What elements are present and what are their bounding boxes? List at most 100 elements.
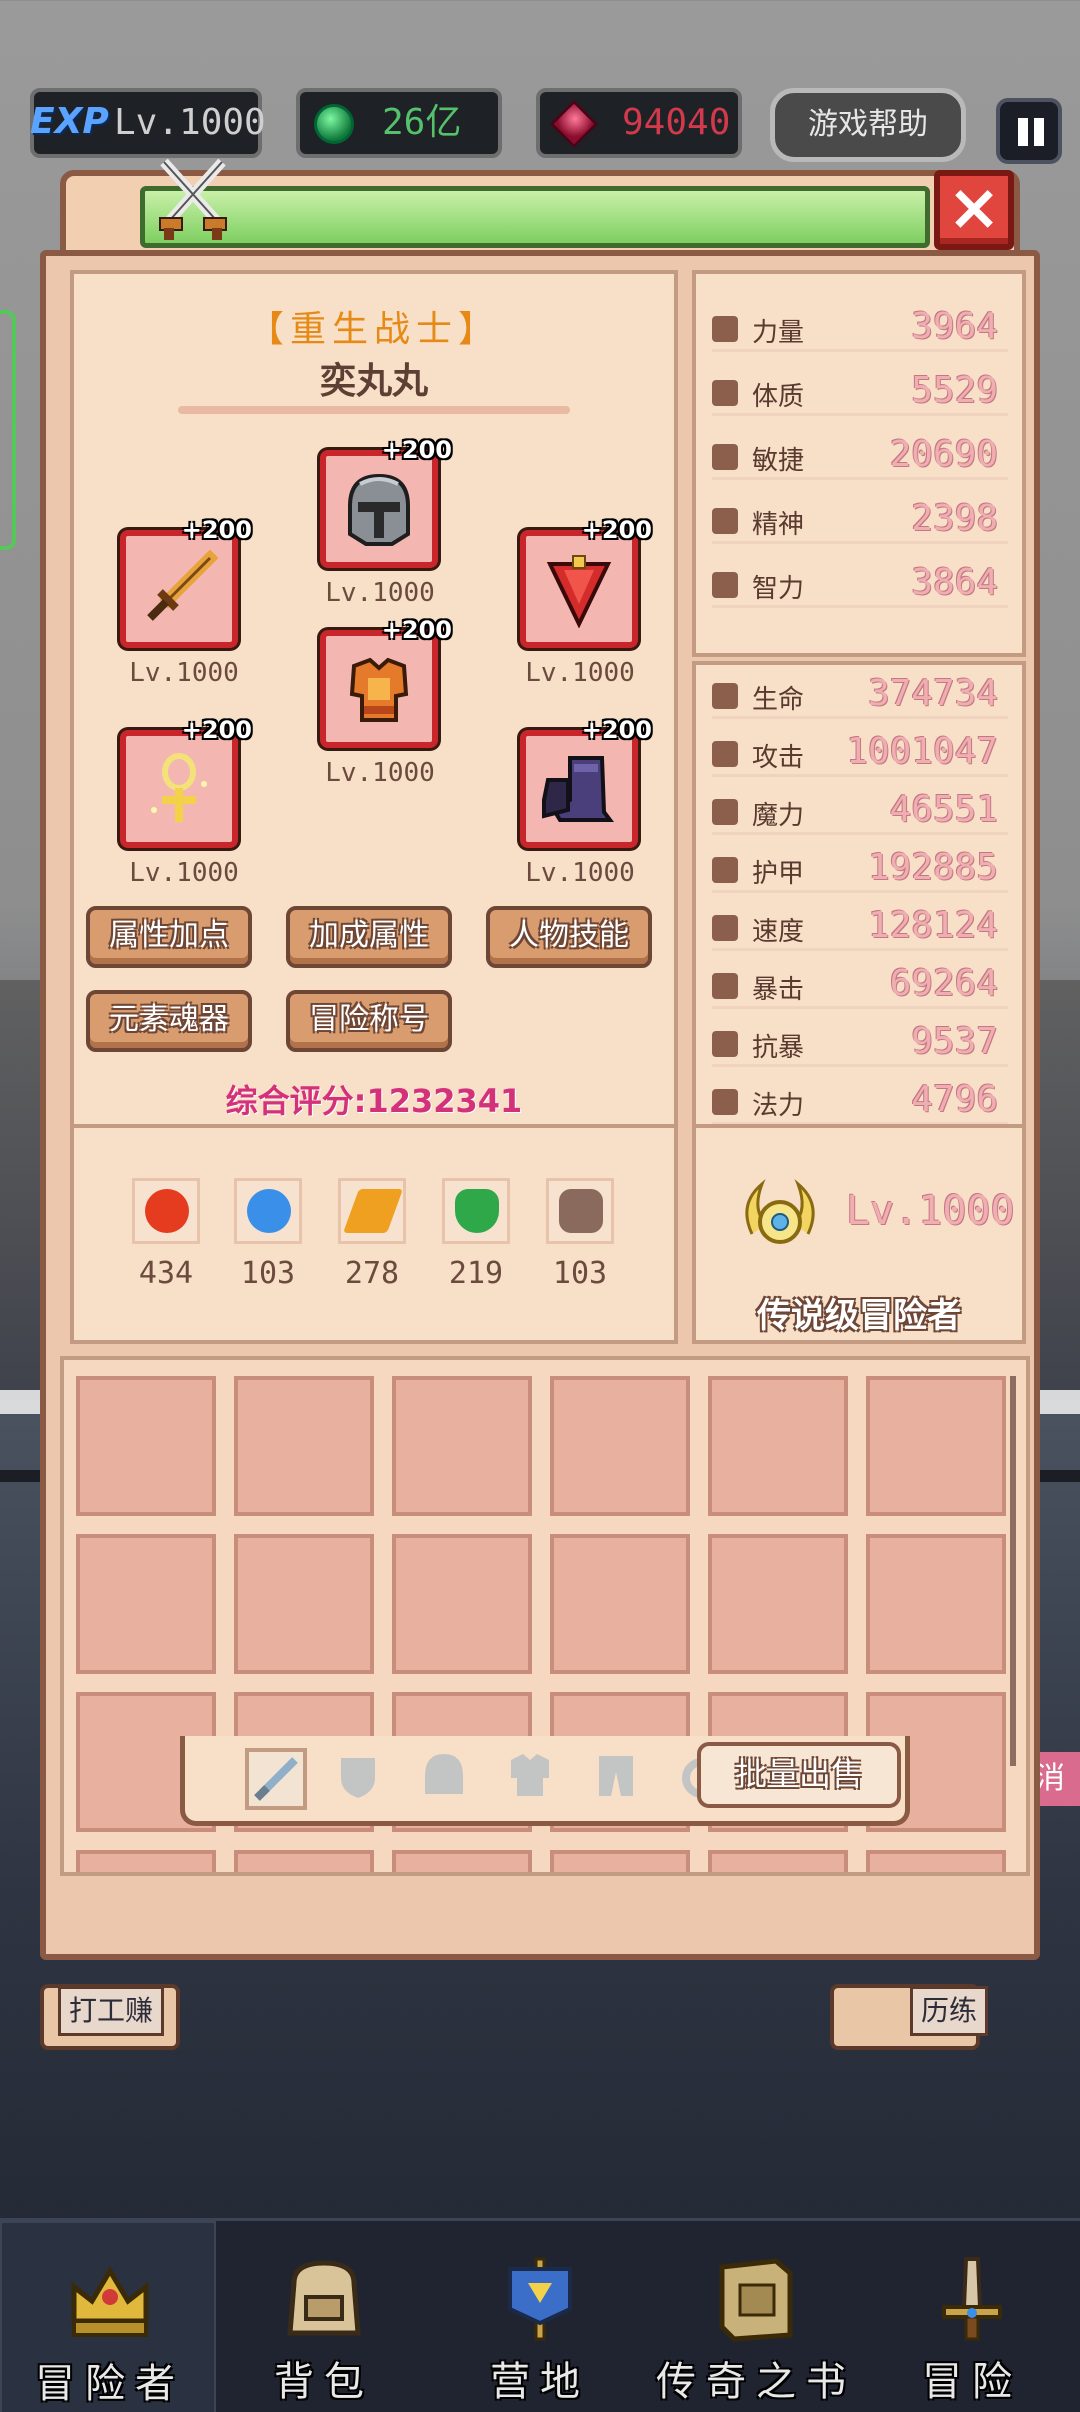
inventory-scrollbar[interactable] — [1010, 1376, 1016, 1766]
stat-value: 5529 — [911, 370, 998, 411]
stat-value: 2398 — [911, 498, 998, 539]
inventory-slot[interactable] — [866, 1534, 1006, 1674]
mana-icon — [712, 1089, 738, 1115]
close-button[interactable]: × — [934, 170, 1014, 250]
equip-slot-ring[interactable]: +200 — [120, 716, 252, 848]
nav-legend-book[interactable]: 传奇之书 — [648, 2221, 864, 2412]
stat-label: 法力 — [752, 1091, 805, 1121]
inventory-slot[interactable] — [866, 1850, 1006, 1872]
spirit-icon — [712, 508, 738, 534]
hero-name: 奕丸丸 — [319, 361, 428, 402]
inventory-slot[interactable] — [708, 1850, 848, 1872]
adventure-title-button[interactable]: 冒险称号 — [286, 990, 452, 1052]
ruby-amount: 94040 — [622, 102, 731, 143]
equip-slot-amulet[interactable]: +200 — [520, 516, 652, 648]
inventory-slot[interactable] — [392, 1850, 532, 1872]
boots-icon — [542, 756, 614, 822]
enhance-level: +200 — [581, 516, 652, 544]
inventory-slot[interactable] — [550, 1850, 690, 1872]
panel-body: 【重生战士】 奕丸丸 +200 Lv.1000 +200 Lv.1000 +20… — [40, 250, 1040, 1960]
nav-adventurer[interactable]: 冒险者 — [0, 2221, 216, 2412]
crit-resist-icon — [712, 1031, 738, 1057]
panel-title-banner — [140, 186, 930, 248]
book-icon — [719, 2258, 793, 2342]
emerald-icon — [314, 104, 354, 144]
background-green-frame — [0, 310, 16, 550]
inventory-slot[interactable] — [550, 1534, 690, 1674]
armor-stat-icon — [712, 857, 738, 883]
stat-row: 法力 4796 — [712, 1079, 1008, 1125]
train-label[interactable]: 历练 — [910, 1986, 989, 2036]
helmet-icon — [348, 473, 410, 546]
stat-label: 生命 — [752, 685, 805, 715]
nav-camp[interactable]: 营地 — [432, 2221, 648, 2412]
nav-label: 冒险 — [922, 2359, 1022, 2405]
hero-class: 【重生战士】 — [247, 309, 500, 350]
stat-label: 精神 — [752, 510, 805, 540]
sword-tab-icon — [254, 1757, 298, 1801]
bonus-attributes-button[interactable]: 加成属性 — [286, 906, 452, 968]
bottom-navigation: 冒险者 背包 营地 传奇之书 冒险 — [0, 2218, 1080, 2412]
equip-level: Lv.1000 — [129, 858, 239, 888]
nav-adventure[interactable]: 冒险 — [864, 2221, 1080, 2412]
base-stats-box: 力量 3964 体质 5529 敏捷 20690 精神 2398 智力 3864 — [692, 270, 1026, 657]
stat-value: 9537 — [911, 1021, 998, 1062]
sell-all-button[interactable]: 批量出售 — [697, 1742, 901, 1808]
elements-box: 434 103 278 219 103 — [70, 1124, 678, 1344]
inventory-slot[interactable] — [76, 1376, 216, 1516]
pause-icon[interactable] — [996, 98, 1062, 164]
tab-helmet[interactable] — [417, 1748, 479, 1810]
inventory-slot[interactable] — [708, 1376, 848, 1516]
element-soul-button[interactable]: 元素魂器 — [86, 990, 252, 1052]
element-value: 278 — [344, 1256, 400, 1291]
hero-skills-button[interactable]: 人物技能 — [486, 906, 652, 968]
tab-pants[interactable] — [589, 1748, 651, 1810]
agility-icon — [712, 444, 738, 470]
tab-shield[interactable] — [331, 1748, 393, 1810]
inventory-slot[interactable] — [550, 1376, 690, 1516]
stat-value: 46551 — [889, 789, 998, 830]
equip-slot-helmet[interactable]: +200 — [320, 436, 452, 568]
enhance-level: +200 — [581, 716, 652, 744]
element-slot[interactable] — [234, 1178, 302, 1244]
inventory-slot[interactable] — [76, 1850, 216, 1872]
equip-slot-weapon[interactable]: +200 — [120, 516, 252, 648]
equip-level: Lv.1000 — [525, 858, 635, 888]
inventory-slot[interactable] — [234, 1850, 374, 1872]
inventory-slot[interactable] — [392, 1376, 532, 1516]
stat-value: 1001047 — [846, 731, 998, 772]
game-help-button[interactable]: 游戏帮助 — [770, 88, 966, 162]
element-slot[interactable] — [442, 1178, 510, 1244]
tab-armor[interactable] — [503, 1748, 565, 1810]
element-value: 434 — [138, 1256, 194, 1291]
inventory-slot[interactable] — [708, 1534, 848, 1674]
banner-icon — [508, 2257, 572, 2341]
stat-value: 69264 — [889, 963, 998, 1004]
inventory-slot[interactable] — [76, 1534, 216, 1674]
stat-label: 攻击 — [752, 743, 805, 773]
stat-row: 抗暴 9537 — [712, 1021, 1008, 1067]
stat-value: 4796 — [911, 1079, 998, 1120]
tab-weapon[interactable] — [245, 1748, 307, 1810]
inventory-slot[interactable] — [392, 1534, 532, 1674]
attribute-points-button[interactable]: 属性加点 — [86, 906, 252, 968]
armor-tab-icon — [511, 1754, 549, 1796]
stat-label: 抗暴 — [752, 1033, 805, 1063]
inventory-slot[interactable] — [866, 1376, 1006, 1516]
stat-row: 力量 3964 — [712, 306, 1008, 352]
stat-label: 速度 — [752, 917, 805, 947]
inventory-slot[interactable] — [234, 1534, 374, 1674]
sword-hilt-icon — [942, 2257, 1002, 2341]
equip-slot-armor[interactable]: +200 — [320, 616, 452, 748]
element-slot[interactable] — [132, 1178, 200, 1244]
element-slot[interactable] — [338, 1178, 406, 1244]
inventory-slot[interactable] — [234, 1376, 374, 1516]
nav-backpack[interactable]: 背包 — [216, 2221, 432, 2412]
backpack-icon — [287, 2260, 361, 2336]
constitution-icon — [712, 380, 738, 406]
player-level: Lv.1000 — [114, 102, 266, 143]
equip-slot-boots[interactable]: +200 — [520, 716, 652, 848]
element-slot[interactable] — [546, 1178, 614, 1244]
work-label[interactable]: 打工赚 — [58, 1986, 165, 2036]
combat-stats-box: 生命 374734 攻击 1001047 魔力 46551 护甲 192885 … — [692, 661, 1026, 1136]
